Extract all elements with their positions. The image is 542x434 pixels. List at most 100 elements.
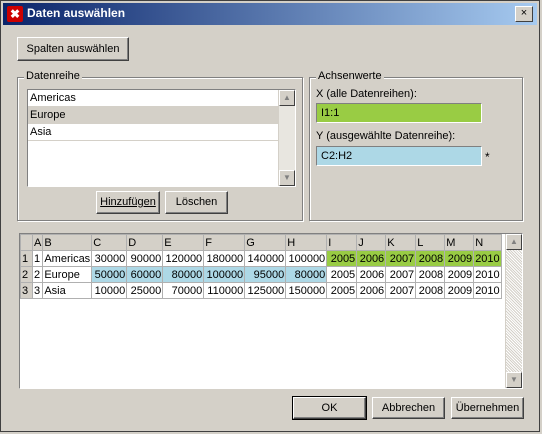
grid-column-header[interactable]: N [473,234,502,251]
required-asterisk: * [485,150,490,164]
grid-column-header[interactable]: H [285,234,328,251]
grid-cell[interactable]: 2005 [326,282,358,299]
grid-cell[interactable]: 1 [20,250,33,267]
grid-cell[interactable]: 2008 [415,282,446,299]
grid-cell[interactable]: 90000 [126,250,164,267]
scroll-down-arrow-icon[interactable]: ▼ [279,170,295,186]
grid-cell[interactable]: 2007 [385,250,417,267]
grid-cell[interactable]: 1 [31,250,44,267]
grid-cell[interactable]: 2007 [385,266,417,283]
grid-cell[interactable]: 95000 [244,266,287,283]
grid-column-header[interactable]: E [162,234,205,251]
grid-cell[interactable]: 125000 [244,282,287,299]
grid-column-header[interactable]: B [42,234,93,251]
grid-cell[interactable]: 30000 [91,250,128,267]
series-list-item[interactable]: Europe [28,107,295,124]
grid-cell[interactable]: 2008 [415,266,446,283]
grid-cell[interactable]: 140000 [244,250,287,267]
y-axis-field[interactable]: C2:H2 [316,146,482,166]
grid-cell[interactable]: 2009 [444,250,475,267]
achsenwerte-legend: Achsenwerte [316,70,384,82]
grid-cell[interactable]: Asia [42,282,93,299]
grid-cell[interactable]: Americas [42,250,93,267]
table-row: 2 2 Europe 50000 60000 80000 100000 95000 80000 2… [20,266,502,283]
grid-column-header[interactable]: D [126,234,164,251]
delete-button[interactable]: Löschen [165,191,228,214]
apply-button[interactable]: Übernehmen [451,397,524,419]
ok-button[interactable]: OK [292,396,367,420]
grid-column-header[interactable] [20,234,33,251]
series-list-item[interactable]: Americas [28,90,295,107]
grid-cell[interactable]: 10000 [91,282,128,299]
dialog-title: Daten auswählen [27,6,126,20]
grid-cell[interactable]: 2005 [326,250,358,267]
grid-cell[interactable]: 120000 [162,250,205,267]
grid-cell[interactable]: 3 [31,282,44,299]
series-list-item[interactable]: Asia [28,124,295,141]
datenreihe-legend: Datenreihe [24,70,82,82]
title-bar[interactable]: ✖ Daten auswählen × [3,3,537,25]
grid-cell[interactable]: 2007 [385,282,417,299]
grid-cell[interactable]: 2006 [356,266,387,283]
grid-cell[interactable]: 2008 [415,250,446,267]
grid-cell[interactable]: 100000 [203,266,246,283]
add-button-label: Hinzufügen [100,196,156,208]
grid-cell[interactable]: 2010 [473,266,502,283]
grid-cell[interactable]: 2010 [473,250,502,267]
grid-cell[interactable]: 2006 [356,282,387,299]
grid-cell[interactable]: 2005 [326,266,358,283]
grid-scrollbar[interactable]: ▲ ▼ [505,234,522,388]
grid-scroll-down-arrow-icon[interactable]: ▼ [506,372,522,388]
x-axis-label: X (alle Datenreihen): [316,88,417,100]
grid-cell[interactable]: 50000 [91,266,128,283]
grid-column-header[interactable]: C [91,234,128,251]
grid-cell[interactable]: 100000 [285,250,328,267]
table-row: 3 3 Asia 10000 25000 70000 110000 125000 150000 2… [20,282,502,299]
delete-button-label: Löschen [175,196,218,208]
grid-cell[interactable]: 150000 [285,282,328,299]
grid-column-header[interactable]: M [444,234,475,251]
select-columns-button[interactable]: Spalten auswählen [17,37,129,61]
grid-header-row: ABCDEFGHIJKLMN [20,234,502,251]
grid-column-header[interactable]: L [415,234,446,251]
x-axis-field[interactable]: I1:1 [316,103,482,123]
grid-body: 1 1 Americas 30000 90000 120000 180000 140000 10… [20,250,502,299]
table-row: 1 1 Americas 30000 90000 120000 180000 140000 10… [20,250,502,267]
data-grid-container[interactable]: ABCDEFGHIJKLMN 1 1 Americas 30000 90000 12000… [19,233,523,389]
grid-cell[interactable]: 2010 [473,282,502,299]
grid-column-header[interactable]: K [385,234,417,251]
grid-cell[interactable]: 180000 [203,250,246,267]
app-icon: ✖ [7,6,23,22]
scroll-up-arrow-icon[interactable]: ▲ [279,90,295,106]
list-scrollbar[interactable]: ▲ ▼ [278,90,295,186]
grid-cell[interactable]: Europe [42,266,93,283]
grid-column-header[interactable]: J [356,234,387,251]
grid-cell[interactable]: 70000 [162,282,205,299]
y-axis-label: Y (ausgewählte Datenreihe): [316,130,456,142]
grid-cell[interactable]: 80000 [285,266,328,283]
grid-cell[interactable]: 2 [31,266,44,283]
grid-column-header[interactable]: F [203,234,246,251]
cancel-button[interactable]: Abbrechen [372,397,445,419]
datenreihe-group: Datenreihe Americas Europe Asia ▲ ▼ Hinzuf… [17,70,303,221]
grid-cell[interactable]: 2 [20,266,33,283]
close-button[interactable]: × [515,6,533,22]
grid-column-header[interactable]: G [244,234,287,251]
grid-cell[interactable]: 2006 [356,250,387,267]
grid-cell[interactable]: 60000 [126,266,164,283]
grid-column-header[interactable]: I [326,234,358,251]
grid-column-header[interactable]: A [31,234,44,251]
grid-scroll-up-arrow-icon[interactable]: ▲ [506,234,522,250]
series-listbox[interactable]: Americas Europe Asia ▲ ▼ [27,89,296,187]
grid-cell[interactable]: 80000 [162,266,205,283]
grid-cell[interactable]: 2009 [444,266,475,283]
grid-cell[interactable]: 2009 [444,282,475,299]
dialog-window: ✖ Daten auswählen × Spalten auswählen Da… [0,0,540,432]
grid-cell[interactable]: 3 [20,282,33,299]
series-list: Americas Europe Asia [28,90,295,141]
grid-cell[interactable]: 110000 [203,282,246,299]
achsenwerte-group: Achsenwerte X (alle Datenreihen): I1:1 Y… [309,70,523,221]
grid-cell[interactable]: 25000 [126,282,164,299]
add-button[interactable]: Hinzufügen [96,191,160,214]
data-grid: ABCDEFGHIJKLMN 1 1 Americas 30000 90000 12000… [20,234,502,299]
